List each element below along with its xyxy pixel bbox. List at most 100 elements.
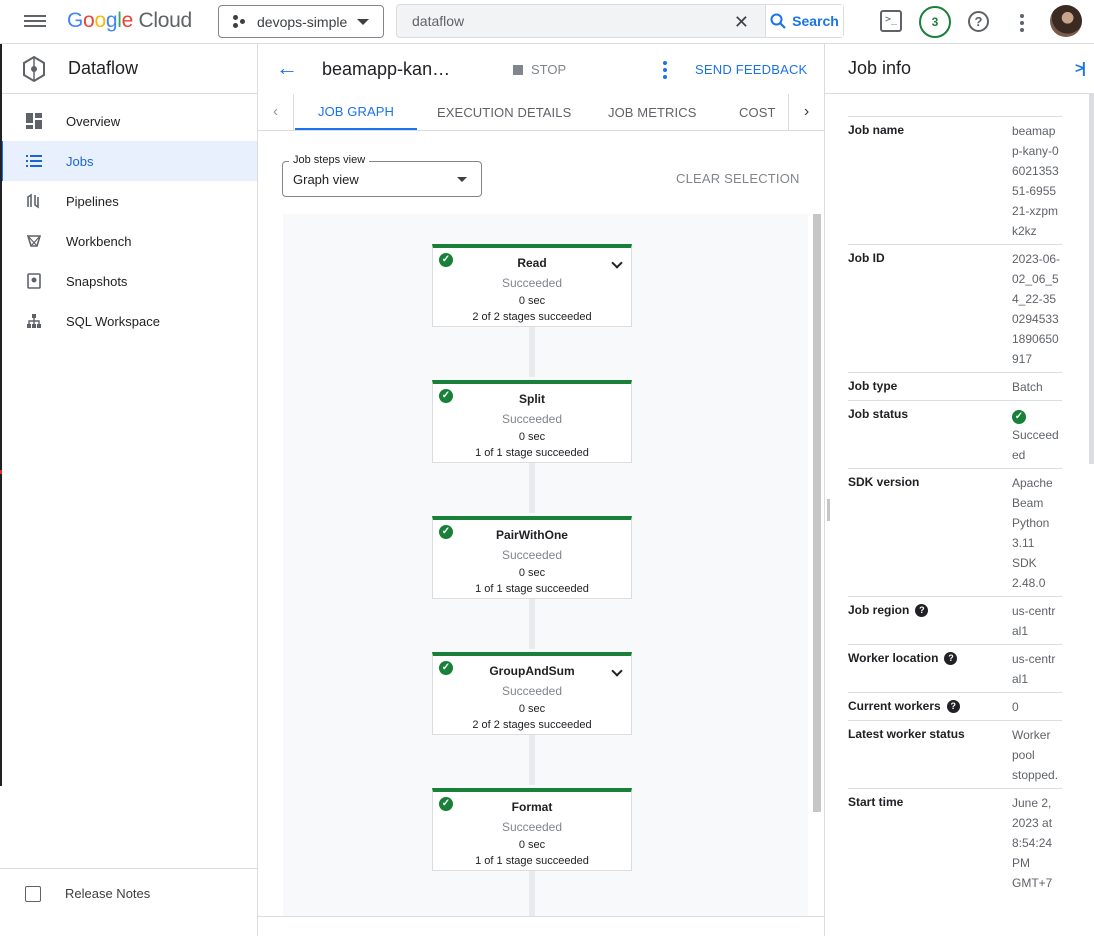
release-notes-icon — [25, 885, 41, 902]
help-icon[interactable]: ? — [944, 652, 958, 665]
sidebar-item-sql-workspace[interactable]: SQL Workspace — [0, 301, 257, 341]
tab-job-graph[interactable]: JOB GRAPH — [295, 94, 418, 130]
sidebar-item-overview[interactable]: Overview — [0, 101, 257, 141]
stop-button[interactable]: STOP — [513, 62, 566, 77]
graph-node-groupandsum[interactable]: ✓ GroupAndSum Succeeded 0 sec 2 of 2 sta… — [432, 652, 632, 735]
info-key-container: Job region? — [848, 601, 1012, 641]
info-value: Batch — [1012, 380, 1043, 394]
sidebar-item-jobs[interactable]: Jobs — [0, 141, 257, 181]
job-info-panel: Job info >| Job name beamapp-kany-060213… — [824, 44, 1094, 936]
clear-selection-button[interactable]: CLEAR SELECTION — [676, 171, 800, 186]
graph-node-read[interactable]: ✓ Read Succeeded 0 sec 2 of 2 stages suc… — [432, 244, 632, 327]
product-title: Dataflow — [68, 58, 139, 78]
node-time: 0 sec — [518, 295, 546, 307]
panel-scrollbar[interactable] — [1089, 94, 1094, 464]
info-key: Latest worker status — [848, 727, 965, 741]
graph-node-pairwithone[interactable]: ✓ PairWithOne Succeeded 0 sec 1 of 1 sta… — [432, 516, 632, 599]
info-key: Worker location — [848, 651, 939, 665]
clear-search-icon[interactable]: ✕ — [734, 13, 749, 31]
info-key-container: Current workers? — [848, 697, 1012, 717]
sidebar-nav: Overview Jobs Pipelines Workbench Snapsh… — [0, 101, 257, 341]
release-notes-label: Release Notes — [65, 886, 151, 901]
help-icon[interactable]: ? — [968, 11, 989, 32]
node-time: 0 sec — [518, 703, 546, 715]
panel-resize-handle[interactable] — [827, 499, 830, 521]
sidebar-item-label: Workbench — [66, 233, 132, 249]
info-key: Job type — [848, 379, 898, 393]
sidebar-item-label: Jobs — [66, 153, 94, 169]
node-name: Split — [519, 392, 545, 406]
send-feedback-button[interactable]: SEND FEEDBACK — [695, 62, 807, 77]
tab-job-metrics[interactable]: JOB METRICS — [585, 94, 720, 130]
graph-bottom-strip — [258, 916, 824, 936]
search-input[interactable]: dataflow ✕ — [397, 5, 765, 37]
info-value: 0 — [1012, 700, 1019, 714]
more-options-icon[interactable] — [1020, 14, 1024, 36]
workbench-icon — [25, 232, 43, 250]
search-button[interactable]: Search — [765, 5, 843, 37]
graph-node-format[interactable]: ✓ Format Succeeded 0 sec 1 of 1 stage su… — [432, 788, 632, 871]
cloud-shell-icon[interactable]: >_ — [880, 10, 902, 32]
collapse-panel-icon[interactable]: >| — [1075, 60, 1086, 77]
info-row-job-region: Job region? us-central1 — [848, 596, 1062, 644]
sidebar-item-workbench[interactable]: Workbench — [0, 221, 257, 261]
node-stages: 2 of 2 stages succeeded — [472, 311, 592, 323]
check-circle-icon: ✓ — [439, 389, 453, 403]
project-name: devops-simple — [257, 13, 348, 30]
project-icon — [233, 14, 247, 29]
graph-node-split[interactable]: ✓ Split Succeeded 0 sec 1 of 1 stage suc… — [432, 380, 632, 463]
release-notes-link[interactable]: Release Notes — [0, 868, 257, 918]
main-menu-icon[interactable] — [24, 12, 46, 32]
sidebar-item-label: Pipelines — [66, 193, 119, 209]
tab-execution-details[interactable]: EXECUTION DETAILS — [414, 94, 594, 130]
job-more-options-icon[interactable] — [663, 61, 667, 79]
check-circle-icon: ✓ — [439, 797, 453, 811]
graph-edge — [529, 871, 535, 922]
info-value: Worker pool stopped. — [1012, 728, 1059, 782]
graph-edge — [529, 735, 535, 785]
window-edge — [0, 44, 2, 786]
node-status: Succeeded — [501, 276, 563, 290]
back-arrow-icon[interactable]: ← — [276, 57, 298, 79]
job-steps-view-select[interactable]: Job steps view Graph view — [282, 154, 482, 197]
info-value: Apache Beam Python 3.11 SDK 2.48.0 — [1012, 476, 1053, 590]
info-value: us-central1 — [1012, 604, 1056, 638]
node-status: Succeeded — [501, 412, 563, 426]
tabs-scroll-right-icon[interactable]: › — [788, 94, 824, 130]
chevron-down-icon — [457, 177, 467, 182]
sidebar: Dataflow Overview Jobs Pipelines Workben… — [0, 44, 258, 936]
info-key: SDK version — [848, 475, 920, 489]
info-row-start-time: Start time June 2, 2023 at 8:54:24 PM GM… — [848, 788, 1062, 896]
logo-cloud: Cloud — [138, 9, 193, 32]
project-picker[interactable]: devops-simple — [218, 5, 384, 38]
notifications-badge[interactable]: 3 — [919, 6, 951, 38]
help-icon[interactable]: ? — [946, 700, 960, 713]
tabs-scroll-left-icon[interactable]: ‹ — [258, 94, 294, 130]
top-bar: Google Cloud devops-simple dataflow ✕ Se… — [0, 0, 1094, 44]
pipelines-icon — [25, 192, 43, 210]
sidebar-item-label: SQL Workspace — [66, 313, 160, 329]
search-input-value: dataflow — [412, 13, 465, 29]
list-icon — [25, 152, 43, 170]
node-stages: 1 of 1 stage succeeded — [475, 447, 589, 459]
node-time: 0 sec — [518, 839, 546, 851]
snapshot-icon — [25, 272, 43, 290]
google-cloud-logo[interactable]: Google Cloud — [67, 9, 192, 33]
info-key-container: Worker location? — [848, 649, 1012, 689]
search-icon — [770, 13, 786, 29]
graph-scrollbar[interactable] — [813, 214, 821, 812]
tab-cost[interactable]: COST — [716, 94, 799, 130]
avatar[interactable] — [1050, 5, 1082, 37]
check-circle-icon: ✓ — [439, 253, 453, 267]
hierarchy-icon — [25, 312, 43, 330]
graph-edge — [529, 327, 535, 377]
job-graph-canvas[interactable]: ✓ Read Succeeded 0 sec 2 of 2 stages suc… — [283, 214, 808, 922]
help-icon[interactable]: ? — [915, 604, 929, 617]
info-value: Succeeded — [1012, 428, 1059, 462]
info-row-current-workers: Current workers? 0 — [848, 692, 1062, 720]
job-steps-view-label: Job steps view — [289, 154, 370, 166]
sidebar-item-snapshots[interactable]: Snapshots — [0, 261, 257, 301]
sidebar-item-pipelines[interactable]: Pipelines — [0, 181, 257, 221]
logo-google: Google — [67, 9, 133, 32]
info-key: Current workers — [848, 699, 941, 713]
